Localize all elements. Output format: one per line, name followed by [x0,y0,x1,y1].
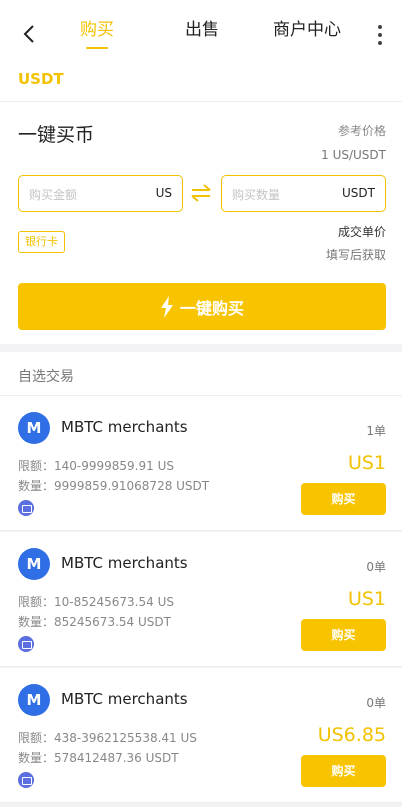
quick-buy-title: 一键买币 [18,124,95,146]
merchant-row: M MBTC merchants 1单 限额：140-9999859.91 US… [0,396,402,531]
swap-arrows-icon[interactable] [190,183,212,203]
bank-card-tag[interactable]: 银行卡 [18,231,65,253]
avatar: M [18,548,50,580]
quick-buy-button[interactable]: 一键购买 [18,283,386,330]
limit-text: 限额：140-9999859.91 US [18,459,174,473]
buy-quantity-field[interactable]: 购买数量 USDT [221,175,386,212]
bank-card-icon [18,772,34,788]
deal-price-hint: 填写后获取 [325,248,386,262]
avatar: M [18,412,50,444]
buy-amount-unit: US [155,186,172,200]
quantity-text: 数量：9999859.91068728 USDT [18,479,210,493]
section-header: 自选交易 [0,352,402,396]
quantity-text: 数量：578412487.36 USDT [18,751,179,765]
tab-sell[interactable]: 出售 [185,19,219,41]
avatar: M [18,684,50,716]
deal-price-label: 成交单价 [337,225,386,239]
more-vertical-icon[interactable] [372,24,388,46]
order-count: 1单 [366,424,386,438]
limit-text: 限额：10-85245673.54 US [18,595,174,609]
bank-card-icon [18,636,34,652]
active-tab-indicator [86,47,108,49]
tab-merchant-center[interactable]: 商户中心 [273,19,341,41]
merchant-name: MBTC merchants [61,690,188,708]
quick-buy-panel: 一键买币 参考价格 1 US/USDT 购买金额 US 购买数量 USDT 银行… [0,102,402,344]
tab-buy[interactable]: 购买 [80,19,114,41]
merchant-name: MBTC merchants [61,418,188,436]
section-title: 自选交易 [18,369,74,385]
lightning-icon [160,295,173,318]
reference-price-label: 参考价格 [337,124,386,138]
coin-label: USDT [18,70,64,88]
unit-price: US6.85 [317,724,386,746]
unit-price: US1 [347,588,386,610]
buy-amount-field[interactable]: 购买金额 US [18,175,183,212]
coin-selector[interactable]: USDT [0,64,402,102]
back-arrow-icon[interactable] [18,22,42,46]
limit-text: 限额：438-3962125538.41 US [18,731,197,745]
buy-quantity-placeholder: 购买数量 [232,188,281,202]
bank-card-icon [18,500,34,516]
unit-price: US1 [347,452,386,474]
reference-price-value: 1 US/USDT [321,148,386,162]
merchant-name: MBTC merchants [61,554,188,572]
quick-buy-button-label: 一键购买 [179,298,244,318]
quantity-text: 数量：85245673.54 USDT [18,615,171,629]
top-nav: 购买 出售 商户中心 [0,0,402,64]
order-count: 0单 [366,560,386,574]
order-count: 0单 [366,696,386,710]
buy-button[interactable]: 购买 [301,755,386,787]
merchant-row: M MBTC merchants 0单 限额：10-85245673.54 US… [0,532,402,667]
buy-amount-placeholder: 购买金额 [29,188,78,202]
buy-button[interactable]: 购买 [301,483,386,515]
buy-button[interactable]: 购买 [301,619,386,651]
buy-quantity-unit: USDT [342,186,375,200]
merchant-row: M MBTC merchants 0单 限额：438-3962125538.41… [0,668,402,803]
